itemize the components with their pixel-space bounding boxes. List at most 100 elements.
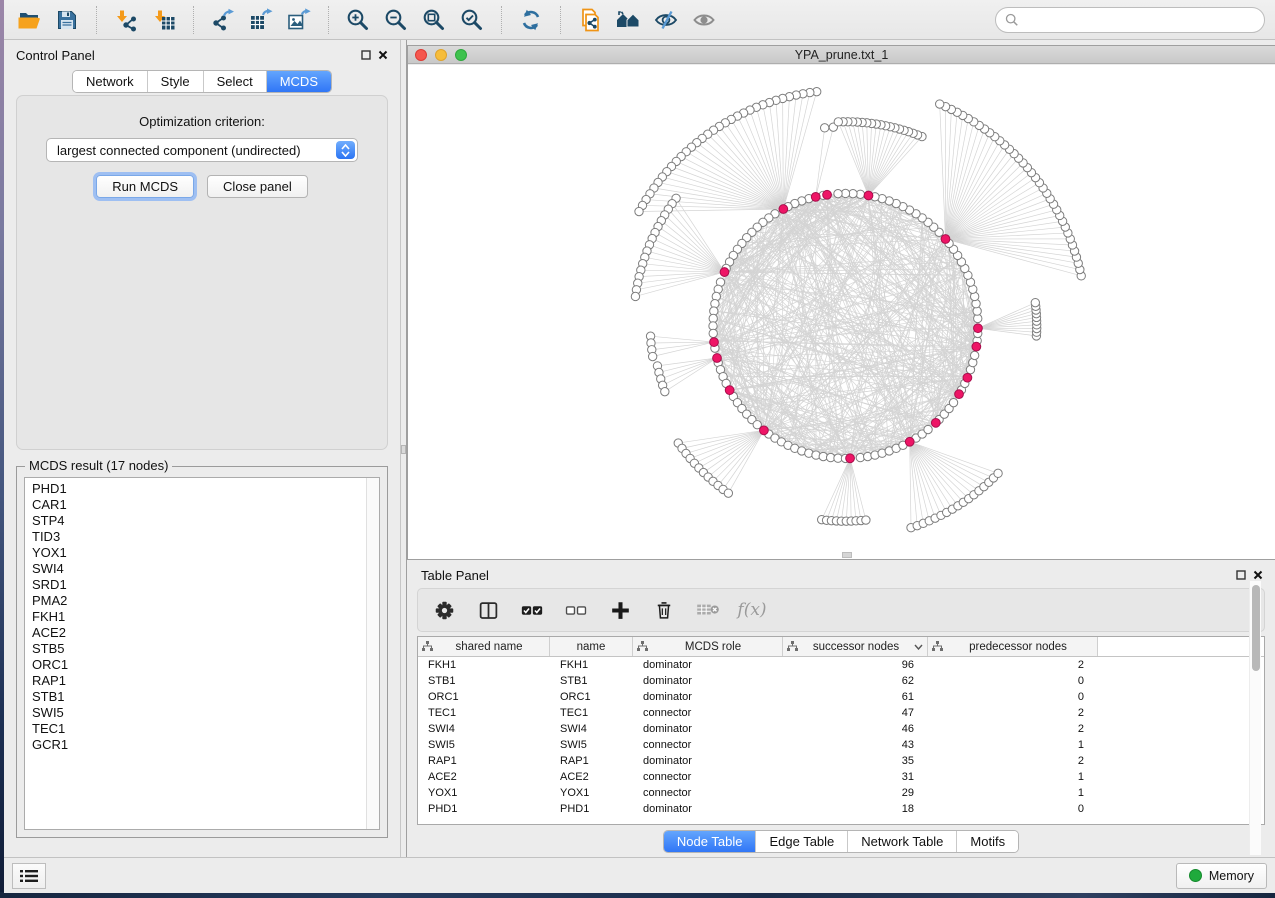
float-panel-icon[interactable]	[361, 50, 371, 60]
column-header-shared-name[interactable]: shared name	[418, 637, 550, 656]
import-table-icon[interactable]	[149, 5, 179, 35]
network-splitter-grip[interactable]	[842, 552, 852, 558]
export-table-icon[interactable]	[246, 5, 276, 35]
refresh-icon[interactable]	[516, 5, 546, 35]
mcds-result-item[interactable]: STB5	[32, 641, 379, 657]
table-tab-edge-table[interactable]: Edge Table	[756, 831, 848, 852]
column-header-MCDS-role[interactable]: MCDS role	[633, 637, 783, 656]
optimization-criterion-select[interactable]: largest connected component (undirected)	[46, 138, 358, 162]
mcds-result-item[interactable]: GCR1	[32, 737, 379, 753]
task-history-button[interactable]	[12, 863, 46, 889]
tab-style[interactable]: Style	[148, 71, 204, 92]
mcds-result-item[interactable]: ORC1	[32, 657, 379, 673]
table-row[interactable]: ACE2ACE2connector311	[418, 769, 1264, 785]
table-cell: connector	[633, 707, 783, 719]
zoom-in-icon[interactable]	[343, 5, 373, 35]
network-leaf-nodes[interactable]	[631, 88, 1085, 532]
table-cell: 1	[928, 787, 1098, 799]
import-network-icon[interactable]	[111, 5, 141, 35]
control-panel-tab-bar: NetworkStyleSelectMCDS	[72, 70, 332, 93]
table-cell: STB1	[550, 675, 633, 687]
table-tab-node-table[interactable]: Node Table	[664, 831, 757, 852]
mcds-result-item[interactable]: TEC1	[32, 721, 379, 737]
column-header-predecessor-nodes[interactable]: predecessor nodes	[928, 637, 1098, 656]
table-cell: dominator	[633, 803, 783, 815]
mcds-result-item[interactable]: SWI5	[32, 705, 379, 721]
table-row[interactable]: ORC1ORC1dominator610	[418, 689, 1264, 705]
first-neighbors-icon[interactable]	[613, 5, 643, 35]
toolbar-separator	[328, 6, 329, 34]
table-row[interactable]: RAP1RAP1dominator352	[418, 753, 1264, 769]
tab-network[interactable]: Network	[73, 71, 148, 92]
hide-selected-icon[interactable]	[651, 5, 681, 35]
mcds-result-item[interactable]: FKH1	[32, 609, 379, 625]
mcds-result-item[interactable]: YOX1	[32, 545, 379, 561]
function-builder-icon[interactable]: f(x)	[740, 598, 764, 622]
table-row[interactable]: PHD1PHD1dominator180	[418, 801, 1264, 817]
close-panel-button[interactable]: Close panel	[207, 175, 308, 198]
table-row[interactable]: YOX1YOX1connector291	[418, 785, 1264, 801]
table-cell: dominator	[633, 659, 783, 671]
search-input[interactable]	[1025, 13, 1255, 27]
mcds-result-item[interactable]: PMA2	[32, 593, 379, 609]
table-row[interactable]: TEC1TEC1connector472	[418, 705, 1264, 721]
optimization-criterion-label: Optimization criterion:	[17, 114, 387, 129]
network-graph[interactable]	[408, 65, 1275, 559]
select-all-icon[interactable]	[520, 598, 544, 622]
column-header-successor-nodes[interactable]: successor nodes	[783, 637, 928, 656]
new-network-from-selection-icon[interactable]	[575, 5, 605, 35]
main-content: Control Panel NetworkStyleSelectMCDS Opt…	[4, 40, 1275, 857]
table-cell: RAP1	[418, 755, 550, 767]
toolbar-separator	[560, 6, 561, 34]
show-all-icon[interactable]	[689, 5, 719, 35]
mcds-result-item[interactable]: PHD1	[32, 481, 379, 497]
table-settings-icon[interactable]	[432, 598, 456, 622]
table-row[interactable]: SWI4SWI4dominator462	[418, 721, 1264, 737]
column-header-name[interactable]: name	[550, 637, 633, 656]
table-scrollbar[interactable]	[1249, 581, 1261, 855]
table-row[interactable]: SWI5SWI5connector431	[418, 737, 1264, 753]
network-canvas[interactable]	[408, 65, 1275, 559]
mcds-result-item[interactable]: TID3	[32, 529, 379, 545]
table-cell: SWI4	[550, 723, 633, 735]
add-row-icon[interactable]	[608, 598, 632, 622]
split-view-icon[interactable]	[476, 598, 500, 622]
close-panel-icon[interactable]	[1253, 570, 1263, 580]
mcds-result-item[interactable]: STP4	[32, 513, 379, 529]
deselect-all-icon[interactable]	[564, 598, 588, 622]
panel-splitter[interactable]	[400, 40, 407, 857]
close-panel-icon[interactable]	[378, 50, 388, 60]
mcds-result-item[interactable]: RAP1	[32, 673, 379, 689]
zoom-out-icon[interactable]	[381, 5, 411, 35]
mcds-result-list[interactable]: PHD1CAR1STP4TID3YOX1SWI4SRD1PMA2FKH1ACE2…	[24, 477, 380, 830]
splitter-grip[interactable]	[401, 445, 406, 454]
export-image-icon[interactable]	[284, 5, 314, 35]
zoom-selected-icon[interactable]	[457, 5, 487, 35]
tab-mcds[interactable]: MCDS	[267, 71, 331, 92]
table-cell: 2	[928, 659, 1098, 671]
float-panel-icon[interactable]	[1236, 570, 1246, 580]
export-network-icon[interactable]	[208, 5, 238, 35]
mcds-list-scrollbar[interactable]	[366, 478, 379, 829]
zoom-fit-icon[interactable]	[419, 5, 449, 35]
run-mcds-button[interactable]: Run MCDS	[96, 175, 194, 198]
mcds-result-item[interactable]: CAR1	[32, 497, 379, 513]
table-row[interactable]: STB1STB1dominator620	[418, 673, 1264, 689]
mcds-result-item[interactable]: ACE2	[32, 625, 379, 641]
table-tab-motifs[interactable]: Motifs	[957, 831, 1018, 852]
table-scrollbar-thumb[interactable]	[1252, 585, 1260, 671]
tab-select[interactable]: Select	[204, 71, 267, 92]
application-window: Control Panel NetworkStyleSelectMCDS Opt…	[4, 0, 1275, 893]
delete-icon[interactable]	[652, 598, 676, 622]
delete-table-icon[interactable]	[696, 598, 720, 622]
save-icon[interactable]	[52, 5, 82, 35]
mcds-result-item[interactable]: SWI4	[32, 561, 379, 577]
mcds-result-item[interactable]: STB1	[32, 689, 379, 705]
table-toolbar: f(x)	[417, 588, 1265, 632]
memory-button[interactable]: Memory	[1176, 863, 1267, 889]
table-tab-network-table[interactable]: Network Table	[848, 831, 957, 852]
table-row[interactable]: FKH1FKH1dominator962	[418, 657, 1264, 673]
open-icon[interactable]	[14, 5, 44, 35]
table-cell: 31	[783, 771, 928, 783]
mcds-result-item[interactable]: SRD1	[32, 577, 379, 593]
